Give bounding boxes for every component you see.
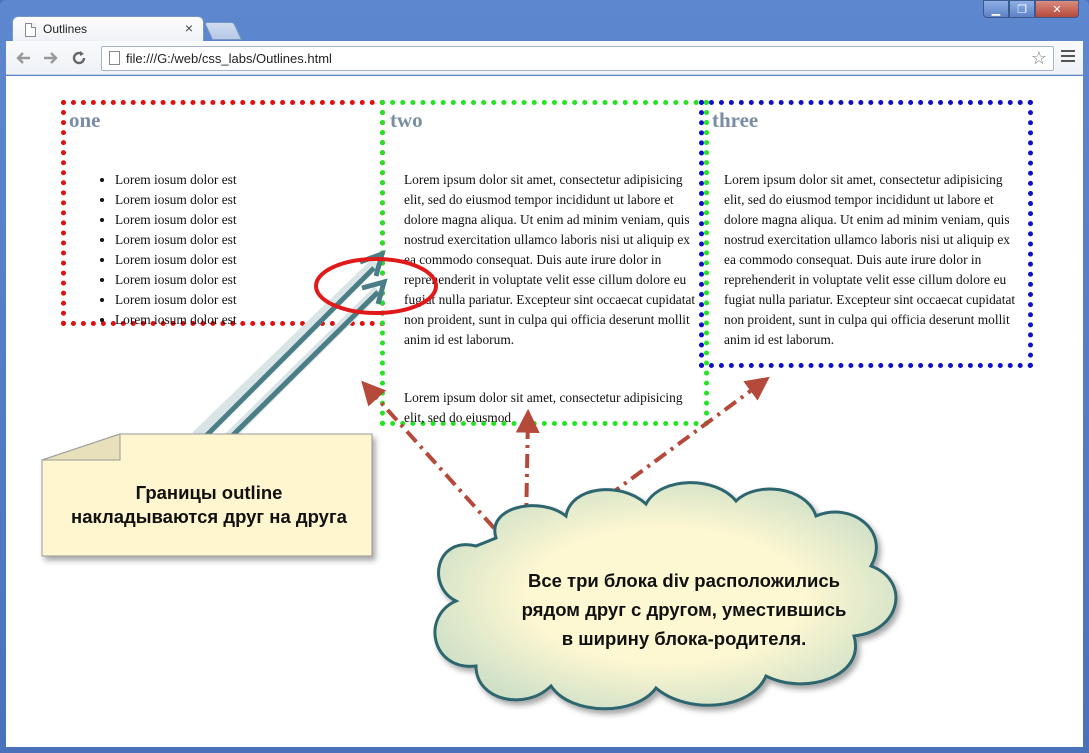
- tab-close-icon[interactable]: ×: [185, 20, 193, 36]
- bookmark-star-icon[interactable]: ☆: [1031, 48, 1047, 69]
- reload-icon[interactable]: [70, 49, 88, 67]
- close-window-button[interactable]: ✕: [1035, 0, 1079, 18]
- page-viewport: one Lorem iosum dolor est Lorem iosum do…: [6, 76, 1083, 747]
- cloud-line-2: рядом друг с другом, уместившись: [521, 599, 847, 620]
- url-text[interactable]: file:///G:/web/css_labs/Outlines.html: [126, 51, 332, 66]
- tab-title: Outlines: [43, 22, 88, 36]
- minimize-button[interactable]: ▁: [983, 0, 1009, 18]
- cloud-text: Все три блока div расположились рядом др…: [484, 566, 884, 653]
- browser-window: Outlines × ▁ ❐ ✕ file:///G:/web/css_labs…: [0, 0, 1089, 753]
- note-line-1: Границы outline: [135, 482, 283, 503]
- cloud-line-3: в ширину блока-родителя.: [561, 628, 807, 649]
- address-bar[interactable]: file:///G:/web/css_labs/Outlines.html ☆: [101, 46, 1054, 71]
- page-icon: [109, 51, 120, 65]
- browser-toolbar: file:///G:/web/css_labs/Outlines.html ☆: [6, 41, 1083, 75]
- new-tab-button[interactable]: [203, 22, 243, 40]
- cloud-line-1: Все три блока div расположились: [527, 570, 841, 591]
- note-line-2: накладываются друг на друга: [71, 506, 347, 527]
- note-text: Границы outline накладываются друг на др…: [42, 481, 376, 529]
- document-icon: [25, 23, 36, 37]
- back-icon[interactable]: [14, 50, 32, 66]
- title-bar: Outlines × ▁ ❐ ✕: [0, 0, 1089, 42]
- forward-icon[interactable]: [42, 50, 60, 66]
- menu-icon[interactable]: [1061, 50, 1075, 65]
- maximize-button[interactable]: ❐: [1009, 0, 1035, 18]
- tab-outlines[interactable]: Outlines ×: [12, 16, 204, 42]
- teal-arrows: [192, 250, 388, 442]
